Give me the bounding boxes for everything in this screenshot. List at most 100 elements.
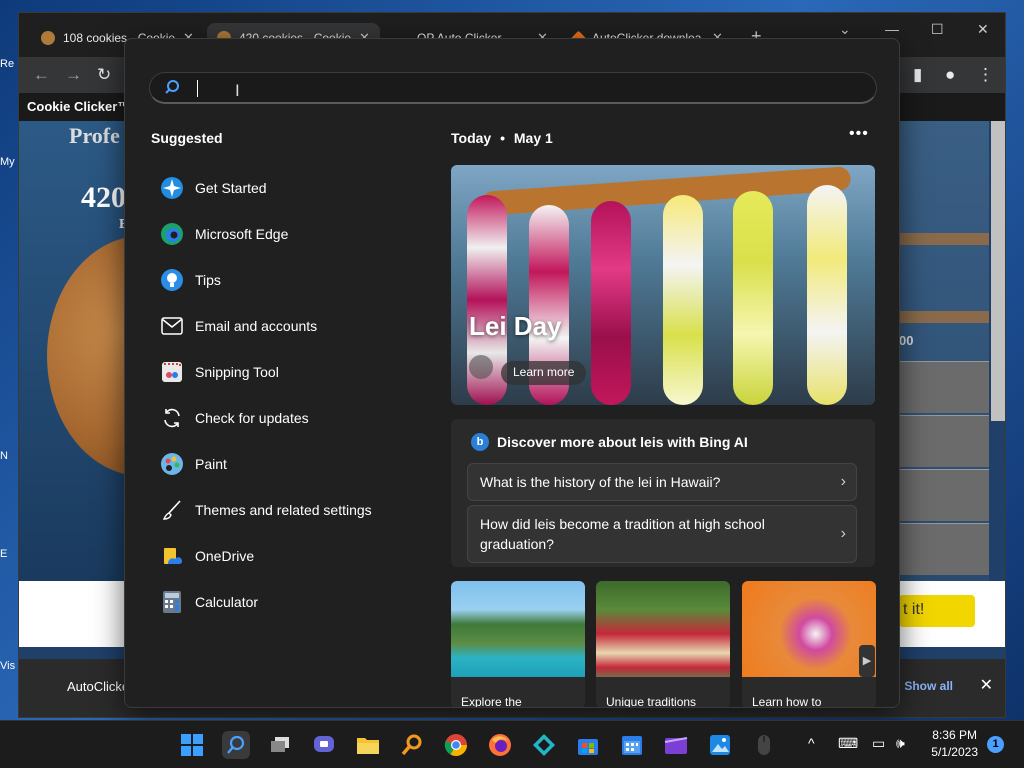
suggested-item-label: Email and accounts (195, 318, 318, 334)
chevron-right-icon: › (840, 525, 846, 542)
chat-icon[interactable] (310, 731, 338, 759)
carousel-next-icon[interactable]: ▶ (859, 645, 875, 677)
bing-icon: b (471, 433, 489, 451)
suggested-item[interactable]: Themes and related settings (159, 487, 419, 533)
magnifier-icon[interactable] (398, 731, 426, 759)
keyboard-icon[interactable]: ⌨ (838, 735, 858, 752)
desktop-icon-label[interactable]: E (0, 548, 18, 560)
bing-heading-row: b Discover more about leis with Bing AI (471, 433, 748, 451)
story-card[interactable]: Learn how to (742, 581, 876, 708)
bing-heading: Discover more about leis with Bing AI (497, 434, 748, 450)
tab-search-chevron-icon[interactable]: ⌄ (839, 21, 851, 38)
wood-divider (899, 311, 989, 323)
close-window-icon[interactable]: ✕ (977, 21, 989, 38)
notification-badge[interactable]: 1 (987, 736, 1004, 753)
page-scrollbar[interactable] (991, 121, 1005, 421)
bookmark-item[interactable]: Cookie Clicker™ (27, 99, 130, 114)
desktop-icon-label[interactable]: Re (0, 58, 18, 70)
network-icon[interactable]: ▭ (872, 735, 885, 752)
system-clock[interactable]: 8:36 PM 5/1/2023 (931, 727, 978, 761)
suggested-item[interactable]: Tips (159, 257, 419, 303)
taskbar: ^ ⌨ ▭ 🕪 8:36 PM 5/1/2023 1 (0, 720, 1024, 768)
store-item[interactable] (899, 415, 989, 467)
learn-more-button[interactable]: Learn more (501, 361, 587, 385)
maximize-icon[interactable]: ☐ (931, 21, 944, 38)
bing-question-button[interactable]: How did leis become a tradition at high … (467, 505, 857, 563)
refresh-icon (159, 405, 185, 431)
suggested-item[interactable]: Calculator (159, 579, 419, 625)
clipchamp-icon[interactable] (662, 731, 690, 759)
chrome-icon[interactable] (442, 731, 470, 759)
suggested-list: Get Started Microsoft Edge Tips Email an… (159, 165, 419, 625)
more-options-icon[interactable]: ••• (849, 125, 869, 143)
search-flyout: I Suggested Get Started Microsoft Edge T… (124, 38, 900, 708)
store-item[interactable] (899, 361, 989, 413)
clock-time: 8:36 PM (932, 728, 977, 742)
lei-garland (733, 191, 773, 405)
side-panel-icon[interactable]: ▮ (913, 65, 922, 85)
today-header: Today • May 1 (451, 130, 553, 146)
brush-icon (159, 497, 185, 523)
menu-kebab-icon[interactable]: ⋮ (977, 65, 994, 85)
bing-question-button[interactable]: What is the history of the lei in Hawaii… (467, 463, 857, 501)
suggested-item-label: Get Started (195, 180, 267, 196)
story-caption: Explore the (461, 695, 522, 708)
profile-icon[interactable]: ● (945, 65, 955, 85)
suggested-item[interactable]: Get Started (159, 165, 419, 211)
suggested-item[interactable]: Paint (159, 441, 419, 487)
get-started-icon (159, 175, 185, 201)
hero-card[interactable]: Lei Day Learn more (451, 165, 875, 405)
desktop-icon-label[interactable]: My (0, 156, 18, 168)
show-all-button[interactable]: Show all (904, 679, 953, 693)
today-date: May 1 (513, 130, 553, 146)
firefox-icon[interactable] (486, 731, 514, 759)
ibeam-cursor-icon: I (235, 81, 240, 100)
lei-garland (807, 185, 847, 405)
today-label: Today (451, 130, 492, 146)
start-icon[interactable] (178, 731, 206, 759)
desktop-icon-label[interactable]: Vis (0, 660, 18, 672)
story-card[interactable]: Unique traditions (596, 581, 730, 707)
close-icon[interactable]: ✕ (980, 675, 993, 695)
photos-icon[interactable] (706, 731, 734, 759)
text-caret (197, 80, 198, 97)
story-image (451, 581, 585, 677)
reload-icon[interactable]: ↻ (97, 65, 111, 85)
mouse-icon[interactable] (750, 731, 778, 759)
suggested-item[interactable]: Email and accounts (159, 303, 419, 349)
volume-icon[interactable]: 🕪 (896, 735, 905, 752)
calculator-icon (159, 589, 185, 615)
suggested-heading: Suggested (151, 130, 223, 146)
search-input[interactable] (202, 77, 862, 99)
file-explorer-icon[interactable] (354, 731, 382, 759)
autoclicker-icon[interactable] (530, 731, 558, 759)
store-item[interactable] (899, 523, 989, 575)
desktop-icon-label[interactable]: N (0, 450, 18, 462)
suggested-item-label: Check for updates (195, 410, 309, 426)
suggested-item[interactable]: OneDrive (159, 533, 419, 579)
store-item[interactable] (899, 469, 989, 521)
story-caption: Learn how to (752, 695, 822, 708)
task-view-icon[interactable] (266, 731, 294, 759)
suggested-item-label: Snipping Tool (195, 364, 279, 380)
search-box[interactable] (149, 72, 877, 104)
back-icon[interactable]: ← (33, 65, 50, 85)
suggested-item[interactable]: Check for updates (159, 395, 419, 441)
story-image (596, 581, 730, 677)
forward-icon[interactable]: → (65, 65, 82, 85)
suggested-item[interactable]: Snipping Tool (159, 349, 419, 395)
onedrive-icon (159, 543, 185, 569)
cta-button[interactable]: t it! (899, 595, 975, 627)
suggested-item[interactable]: Microsoft Edge (159, 211, 419, 257)
calendar-icon[interactable] (618, 731, 646, 759)
chevron-up-icon[interactable]: ^ (808, 735, 815, 751)
download-item[interactable]: AutoClicke (67, 679, 129, 694)
hero-title: Lei Day (469, 311, 562, 341)
minimize-icon[interactable]: — (885, 21, 899, 37)
search-icon[interactable] (222, 731, 250, 759)
lei-garland (591, 201, 631, 405)
page-heading-fragment: Profe (69, 123, 120, 148)
store-number-fragment: 00 (899, 333, 914, 348)
story-card[interactable]: Explore the (451, 581, 585, 708)
store-icon[interactable] (574, 731, 602, 759)
